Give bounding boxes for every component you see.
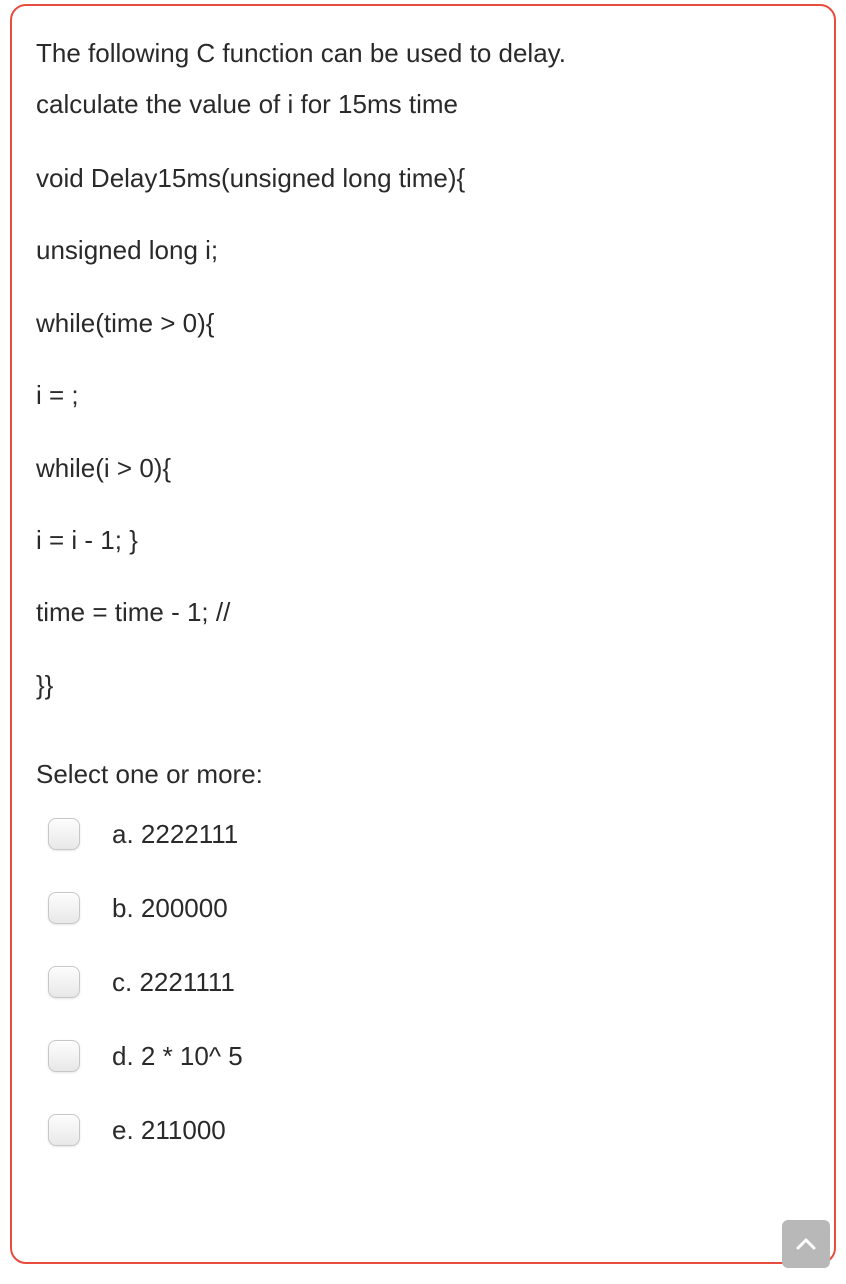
code-line-8: }} xyxy=(36,667,810,703)
option-b-checkbox[interactable] xyxy=(48,892,80,924)
option-a-checkbox[interactable] xyxy=(48,818,80,850)
option-c-checkbox[interactable] xyxy=(48,966,80,998)
option-d-label: d. 2 * 10^ 5 xyxy=(112,1041,243,1072)
question-line-1: The following C function can be used to … xyxy=(36,34,810,73)
code-line-5: while(i > 0){ xyxy=(36,450,810,486)
code-line-3: while(time > 0){ xyxy=(36,305,810,341)
option-c-row: c. 2221111 xyxy=(48,966,810,998)
option-b-row: b. 200000 xyxy=(48,892,810,924)
code-line-2: unsigned long i; xyxy=(36,232,810,268)
option-b-label: b. 200000 xyxy=(112,893,228,924)
option-e-label: e. 211000 xyxy=(112,1115,226,1146)
chevron-up-icon xyxy=(796,1237,816,1251)
option-d-row: d. 2 * 10^ 5 xyxy=(48,1040,810,1072)
option-a-row: a. 2222111 xyxy=(48,818,810,850)
option-d-checkbox[interactable] xyxy=(48,1040,80,1072)
question-line-2: calculate the value of i for 15ms time xyxy=(36,85,810,124)
option-a-label: a. 2222111 xyxy=(112,819,238,850)
option-e-row: e. 211000 xyxy=(48,1114,810,1146)
question-card: The following C function can be used to … xyxy=(10,4,836,1264)
scroll-to-top-button[interactable] xyxy=(782,1220,830,1268)
code-line-4: i = ; xyxy=(36,377,810,413)
code-line-6: i = i - 1; } xyxy=(36,522,810,558)
option-c-label: c. 2221111 xyxy=(112,967,235,998)
code-line-1: void Delay15ms(unsigned long time){ xyxy=(36,160,810,196)
code-line-7: time = time - 1; // xyxy=(36,594,810,630)
option-e-checkbox[interactable] xyxy=(48,1114,80,1146)
select-prompt: Select one or more: xyxy=(36,759,810,790)
